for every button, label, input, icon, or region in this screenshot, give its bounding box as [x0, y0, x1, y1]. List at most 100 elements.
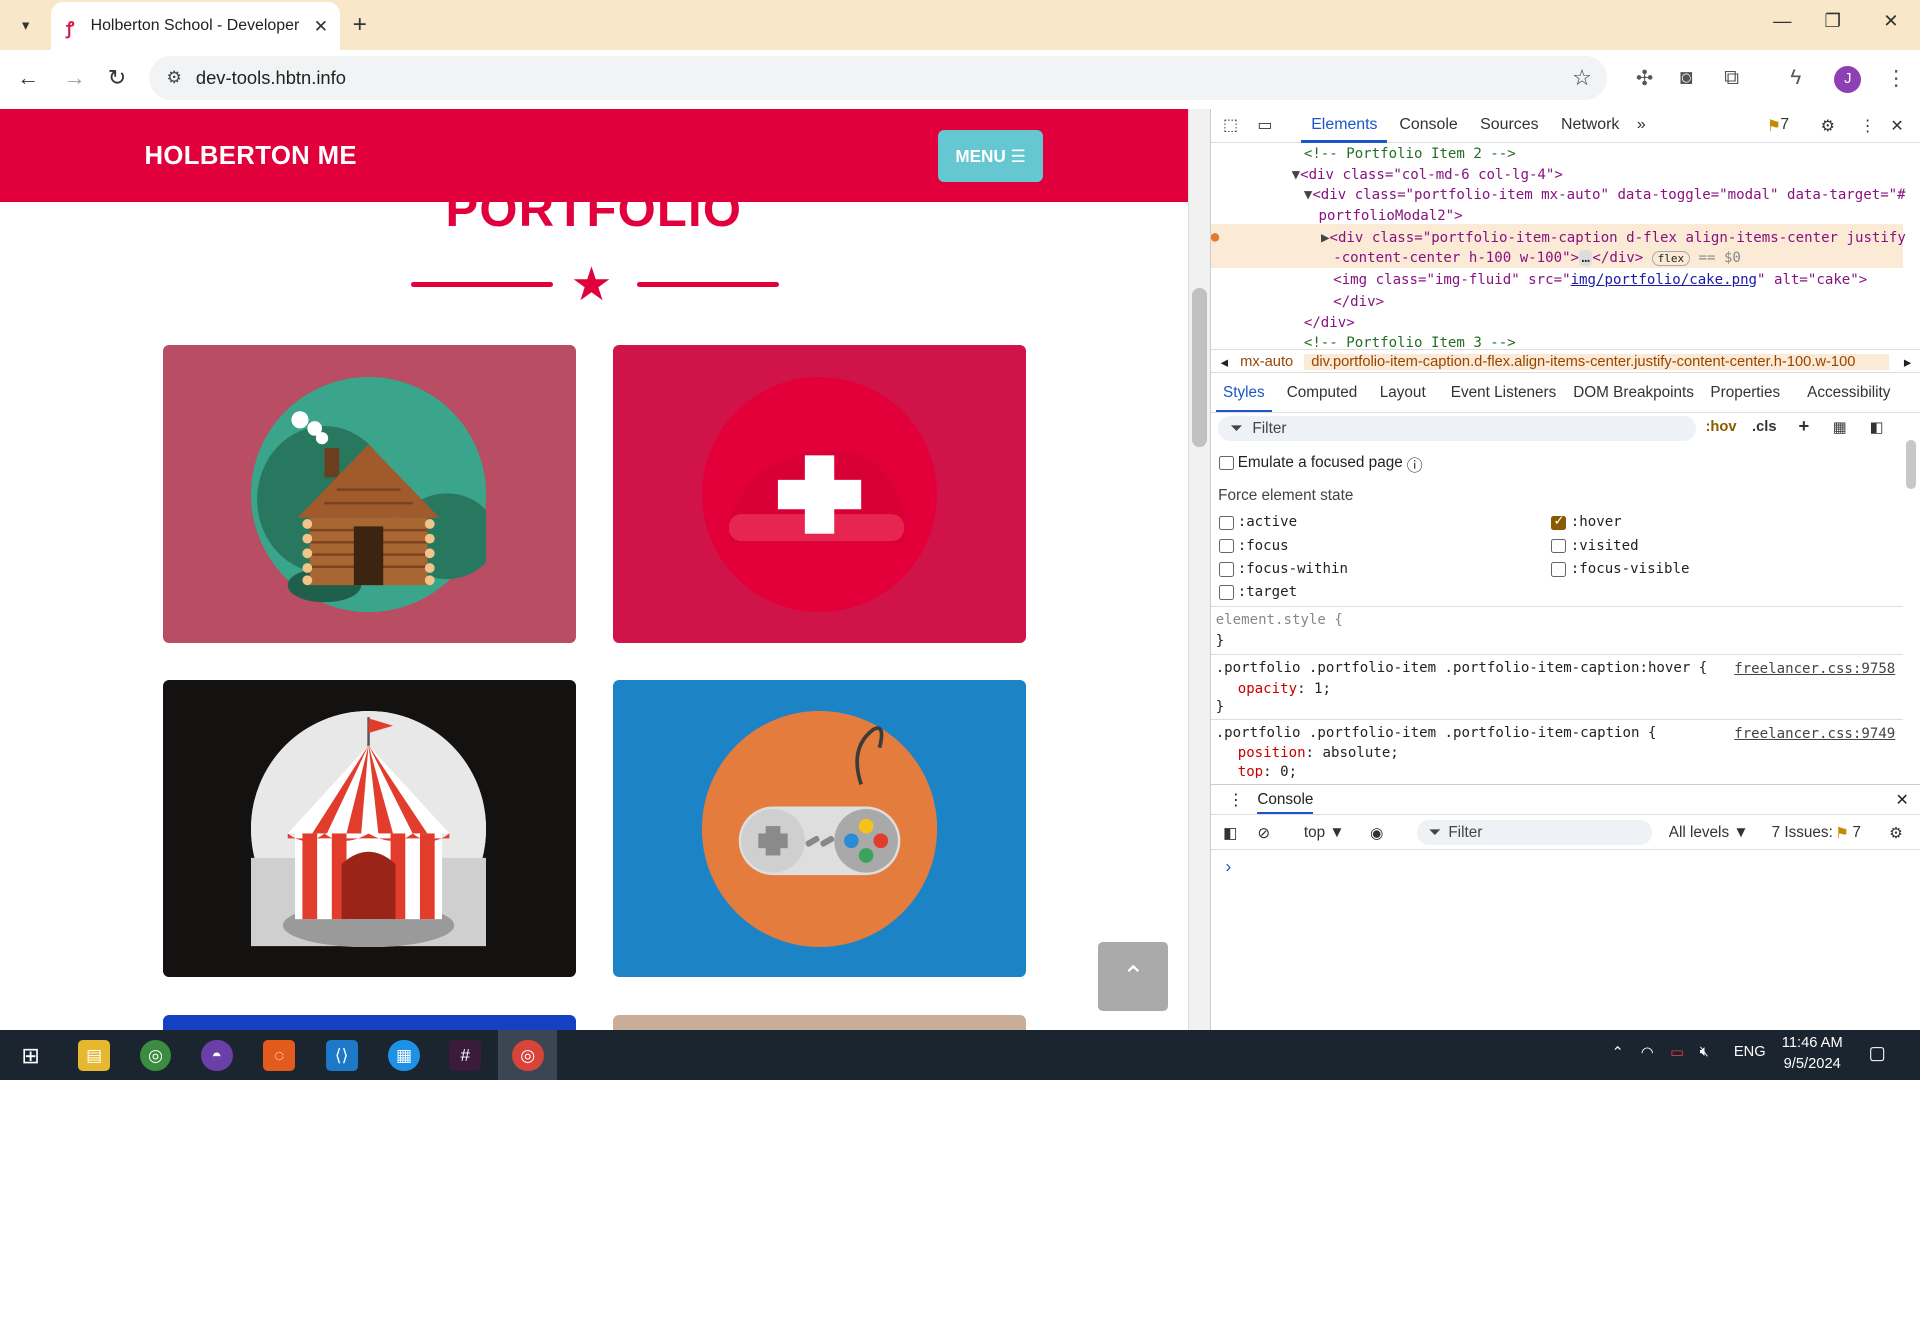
vscode-icon[interactable]: ⟨⟩	[325, 1039, 358, 1072]
console-issues-icon[interactable]: ⚑	[1835, 824, 1849, 843]
caption-rule-decl-position[interactable]: position: absolute;	[1238, 745, 1399, 761]
state-focus-checkbox[interactable]	[1219, 538, 1235, 554]
console-issues-label[interactable]: 7 Issues:	[1772, 824, 1833, 842]
console-settings-icon[interactable]: ⚙	[1889, 824, 1903, 843]
close-devtools-icon[interactable]: ✕	[1890, 116, 1903, 136]
subtab-event-listeners[interactable]: Event Listeners	[1451, 384, 1556, 402]
emulate-focus-checkbox[interactable]	[1219, 455, 1235, 471]
tab-sources[interactable]: Sources	[1480, 116, 1538, 134]
forward-button[interactable]: →	[64, 65, 86, 91]
bookmark-star-icon[interactable]: ☆	[1572, 65, 1592, 91]
help-icon[interactable]: ⓘ	[1407, 453, 1423, 476]
dom-comment[interactable]: <!-- Portfolio Item 2 -->	[1304, 146, 1516, 162]
dom-node-col[interactable]: ▼<div class="col-md-6 col-lg-4">	[1292, 167, 1563, 183]
volume-icon[interactable]: 🔇︎	[1700, 1044, 1709, 1060]
tab-network[interactable]: Network	[1561, 116, 1619, 134]
styles-scrollbar[interactable]	[1903, 415, 1920, 777]
restore-button[interactable]: ❐	[1825, 10, 1841, 32]
tab-search-button[interactable]: ▾	[10, 10, 42, 42]
subtab-accessibility[interactable]: Accessibility	[1807, 384, 1890, 402]
docker-icon[interactable]: ▦	[388, 1039, 420, 1072]
wifi-icon[interactable]: ◠	[1641, 1044, 1654, 1061]
reload-button[interactable]: ↻	[108, 65, 126, 91]
subtab-layout[interactable]: Layout	[1380, 384, 1426, 402]
rendering-emulation-icon[interactable]: ▦	[1833, 419, 1847, 436]
dom-node-portfolio-item[interactable]: ▼<div class="portfolio-item mx-auto" dat…	[1304, 187, 1906, 203]
tab-close-icon[interactable]: ✕	[314, 16, 328, 37]
hover-rule-decl[interactable]: opacity: 1;	[1238, 681, 1331, 697]
language-indicator[interactable]: ENG	[1734, 1044, 1766, 1060]
address-bar[interactable]: ⚙ dev-tools.hbtn.info ☆	[149, 56, 1607, 101]
chrome-profile-icon[interactable]: ◎	[511, 1039, 544, 1072]
ubuntu-icon[interactable]: ◌	[263, 1039, 296, 1072]
portfolio-item-partial-2[interactable]	[613, 1015, 1027, 1030]
state-focus-within-checkbox[interactable]	[1219, 562, 1235, 577]
hov-toggle[interactable]: :hov	[1705, 419, 1736, 435]
portfolio-item-cake[interactable]	[613, 345, 1027, 643]
console-filter-input[interactable]: ⏷ Filter	[1416, 820, 1652, 845]
github-icon[interactable]: ◓	[200, 1039, 233, 1072]
subtab-dom-breakpoints[interactable]: DOM Breakpoints	[1573, 384, 1694, 402]
show-hidden-icons-icon[interactable]: ⌃	[1611, 1044, 1623, 1061]
portfolio-item-circus[interactable]	[162, 679, 576, 978]
tab-console[interactable]: Console	[1399, 116, 1457, 134]
page-scroll-thumb[interactable]	[1192, 287, 1208, 447]
cls-toggle[interactable]: .cls	[1752, 419, 1777, 435]
back-button[interactable]: ←	[17, 65, 39, 91]
breadcrumb-back-icon[interactable]: ◂	[1221, 354, 1228, 371]
console-prompt[interactable]: ›	[1225, 856, 1231, 877]
caption-rule-decl-top[interactable]: top: 0;	[1238, 764, 1297, 778]
devtools-menu-icon[interactable]: ⋮	[1860, 116, 1876, 136]
url-text[interactable]: dev-tools.hbtn.info	[196, 67, 346, 89]
subtab-computed[interactable]: Computed	[1287, 384, 1358, 402]
new-tab-button[interactable]: +	[353, 11, 367, 39]
device-toolbar-icon[interactable]: ▭	[1257, 115, 1272, 135]
breadcrumb-item-caption[interactable]: div.portfolio-item-caption.d-flex.align-…	[1303, 353, 1890, 370]
drawer-menu-icon[interactable]: ⋮	[1228, 790, 1244, 810]
hover-rule[interactable]: .portfolio .portfolio-item .portfolio-it…	[1210, 653, 1903, 718]
issues-icon[interactable]: ⚑	[1767, 116, 1781, 136]
dom-comment-3[interactable]: <!-- Portfolio Item 3 -->	[1304, 335, 1516, 346]
state-focus-visible-checkbox[interactable]	[1551, 562, 1566, 577]
toggle-sidebar-icon[interactable]: ◧	[1870, 419, 1884, 436]
caption-rule-source-link[interactable]: freelancer.css:9749	[1734, 726, 1895, 742]
windows-start-icon[interactable]: ⊞	[15, 1040, 47, 1072]
chrome-icon[interactable]: ◎	[139, 1039, 172, 1072]
site-info-icon[interactable]: ⚙	[167, 67, 182, 88]
flex-badge[interactable]: flex	[1651, 250, 1691, 266]
context-selector[interactable]: top ▼	[1304, 824, 1345, 842]
menu-button[interactable]: MENU ☰	[937, 129, 1044, 183]
dom-node-img[interactable]: <img class="img-fluid" src="img/portfoli…	[1333, 272, 1867, 288]
console-issues-count[interactable]: 7	[1852, 824, 1861, 842]
inspect-element-icon[interactable]: ⬚	[1223, 115, 1238, 135]
subtab-properties[interactable]: Properties	[1710, 384, 1780, 402]
scroll-to-top-button[interactable]: ⌃	[1098, 941, 1169, 1012]
issues-count[interactable]: 7	[1780, 116, 1789, 134]
breadcrumb-forward-icon[interactable]: ▸	[1904, 354, 1911, 371]
portfolio-item-partial-1[interactable]	[162, 1015, 576, 1030]
portfolio-item-game[interactable]	[613, 679, 1027, 978]
drawer-tab-console[interactable]: Console	[1257, 791, 1314, 815]
tab-elements[interactable]: Elements	[1301, 116, 1388, 143]
slack-icon[interactable]: #	[449, 1039, 482, 1072]
minimize-button[interactable]: —	[1773, 10, 1791, 32]
state-target-checkbox[interactable]	[1219, 585, 1235, 600]
portfolio-item-cabin[interactable]	[162, 345, 576, 643]
element-style-rule[interactable]: element.style { }	[1210, 606, 1903, 653]
page-scrollbar[interactable]	[1187, 108, 1210, 1030]
close-window-button[interactable]: ✕	[1883, 10, 1898, 32]
browser-tab[interactable]: ꝭ Holberton School - Developer t ✕	[51, 2, 341, 51]
camera-icon[interactable]: ◙	[1680, 66, 1693, 90]
dom-node-close-div-2[interactable]: </div>	[1304, 315, 1355, 331]
clock[interactable]: 11:46 AM 9/5/2024	[1773, 1033, 1851, 1075]
log-levels-dropdown[interactable]: All levels ▼	[1669, 824, 1749, 842]
performance-icon[interactable]: ϟ	[1790, 66, 1801, 90]
battery-icon[interactable]: ▭	[1670, 1044, 1684, 1061]
breadcrumb-item-mx-auto[interactable]: mx-auto	[1240, 354, 1293, 370]
notifications-icon[interactable]: ▢	[1869, 1042, 1886, 1064]
settings-gear-icon[interactable]: ⚙	[1821, 116, 1835, 136]
styles-scroll-thumb[interactable]	[1906, 439, 1917, 489]
close-drawer-icon[interactable]: ✕	[1895, 790, 1908, 810]
site-brand[interactable]: HOLBERTON ME	[144, 142, 356, 171]
dom-tree[interactable]: <!-- Portfolio Item 2 --> ▼<div class="c…	[1210, 143, 1920, 347]
